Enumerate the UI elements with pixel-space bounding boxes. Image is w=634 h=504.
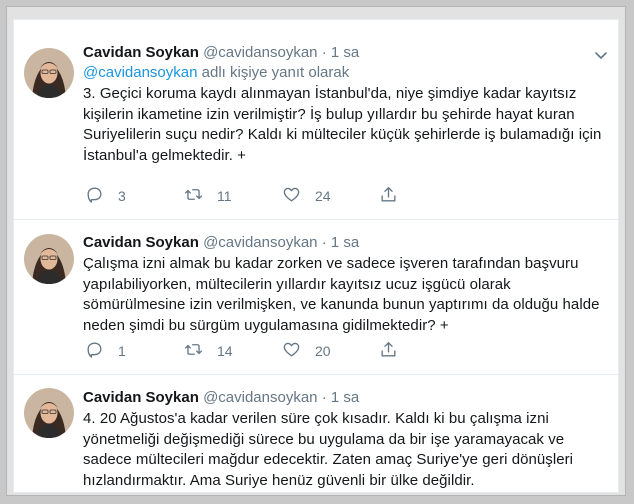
reply-context-label: adlı kişiye yanıt olarak	[197, 64, 350, 81]
separator-dot: ·	[321, 44, 327, 61]
reply-count: 3	[118, 188, 126, 204]
tweet[interactable]: Cavidan Soykan @cavidansoykan · 1 sa @ca…	[14, 20, 618, 220]
retweet-count: 11	[217, 188, 232, 204]
reply-icon	[85, 340, 104, 362]
user-handle[interactable]: @cavidansoykan	[203, 234, 317, 251]
tweet-content: Cavidan Soykan @cavidansoykan · 1 sa @ca…	[83, 43, 608, 166]
separator-dot: ·	[321, 234, 327, 251]
separator-dot: ·	[321, 389, 327, 406]
reply-context: @cavidansoykan adlı kişiye yanıt olarak	[83, 63, 608, 83]
reply-button[interactable]: 3	[85, 184, 126, 208]
share-button[interactable]	[379, 339, 398, 363]
tweet-header: Cavidan Soykan @cavidansoykan · 1 sa	[83, 43, 608, 63]
user-handle[interactable]: @cavidansoykan	[203, 389, 317, 406]
tweet-text: 4. 20 Ağustos'a kadar verilen süre çok k…	[83, 410, 574, 489]
share-icon	[379, 185, 398, 207]
display-name[interactable]: Cavidan Soykan	[83, 389, 199, 406]
retweet-button[interactable]: 11	[184, 184, 232, 208]
share-button[interactable]	[379, 184, 398, 208]
tweet-content: Cavidan Soykan @cavidansoykan · 1 sa 4. …	[83, 388, 608, 491]
display-name[interactable]: Cavidan Soykan	[83, 234, 199, 251]
like-count: 24	[315, 188, 331, 204]
timestamp[interactable]: 1 sa	[331, 234, 359, 251]
retweet-icon	[184, 340, 203, 362]
timestamp[interactable]: 1 sa	[331, 44, 359, 61]
heart-icon	[282, 340, 301, 362]
heart-icon	[282, 185, 301, 207]
tweet-text: 3. Geçici koruma kaydı alınmayan İstanbu…	[83, 85, 602, 164]
like-button[interactable]: 24	[282, 184, 331, 208]
tweet-text: Çalışma izni almak bu kadar zorken ve sa…	[83, 255, 600, 334]
user-handle[interactable]: @cavidansoykan	[203, 44, 317, 61]
display-name[interactable]: Cavidan Soykan	[83, 44, 199, 61]
retweet-button[interactable]: 14	[184, 339, 233, 363]
tweet[interactable]: Cavidan Soykan @cavidansoykan · 1 sa Çal…	[14, 219, 618, 375]
mention-link[interactable]: @cavidansoykan	[83, 64, 197, 81]
tweet-actions: 3 11 24	[85, 184, 415, 208]
tweet-header: Cavidan Soykan @cavidansoykan · 1 sa	[83, 388, 608, 408]
avatar[interactable]	[24, 48, 74, 98]
reply-icon	[85, 185, 104, 207]
tweet-header: Cavidan Soykan @cavidansoykan · 1 sa	[83, 233, 608, 253]
tweet-actions: 1 14 20	[85, 339, 415, 363]
screenshot-frame: Cavidan Soykan @cavidansoykan · 1 sa @ca…	[6, 6, 626, 496]
like-count: 20	[315, 343, 331, 359]
like-button[interactable]: 20	[282, 339, 331, 363]
timestamp[interactable]: 1 sa	[331, 389, 359, 406]
reply-button[interactable]: 1	[85, 339, 126, 363]
avatar[interactable]	[24, 388, 74, 438]
tweet-content: Cavidan Soykan @cavidansoykan · 1 sa Çal…	[83, 233, 608, 336]
chevron-down-icon[interactable]	[594, 47, 608, 59]
tweet-thread: Cavidan Soykan @cavidansoykan · 1 sa @ca…	[13, 19, 619, 493]
retweet-icon	[184, 185, 203, 207]
reply-count: 1	[118, 343, 126, 359]
retweet-count: 14	[217, 343, 233, 359]
avatar[interactable]	[24, 234, 74, 284]
tweet[interactable]: Cavidan Soykan @cavidansoykan · 1 sa 4. …	[14, 374, 618, 492]
share-icon	[379, 340, 398, 362]
